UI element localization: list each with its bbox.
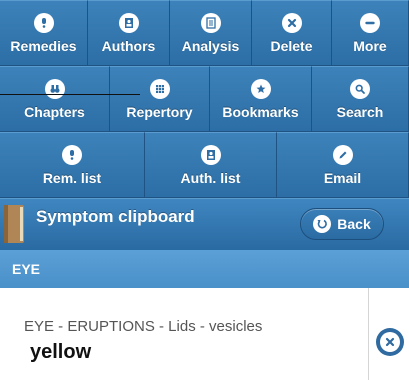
minus-icon <box>360 12 380 33</box>
toolbar-row-1: Remedies Authors Analysis Delete More <box>0 0 409 66</box>
bookmarks-button[interactable]: Bookmarks <box>210 66 312 132</box>
rem-list-label: Rem. list <box>42 169 102 186</box>
toolbar-row-3: Rem. list Auth. list Email <box>0 132 409 198</box>
clipboard-header: Symptom clipboard Back <box>0 198 409 250</box>
person-icon <box>200 144 221 165</box>
remedy-icon <box>62 144 82 165</box>
repertory-button[interactable]: Repertory <box>110 66 210 132</box>
email-label: Email <box>323 169 362 186</box>
symptom-path: EYE - ERUPTIONS - Lids - vesicles <box>24 318 263 335</box>
search-icon <box>350 78 370 99</box>
authors-button[interactable]: Authors <box>88 0 170 66</box>
book-icon <box>4 205 24 243</box>
more-label: More <box>353 37 387 54</box>
email-button[interactable]: Email <box>277 132 409 198</box>
list-item[interactable]: EYE - ERUPTIONS - Lids - vesicles yellow <box>0 288 409 380</box>
back-arrow-icon <box>313 215 332 233</box>
rem-list-button[interactable]: Rem. list <box>0 132 145 198</box>
list-item-content[interactable]: EYE - ERUPTIONS - Lids - vesicles yellow <box>0 288 369 380</box>
chapters-button[interactable]: Chapters <box>0 66 110 132</box>
back-button[interactable]: Back <box>300 208 384 240</box>
person-icon <box>118 12 139 33</box>
star-icon <box>250 78 271 99</box>
auth-list-button[interactable]: Auth. list <box>145 132 277 198</box>
grid-list-icon <box>200 12 221 33</box>
remedies-button[interactable]: Remedies <box>0 0 88 66</box>
delete-label: Delete <box>270 37 313 54</box>
close-icon <box>380 332 400 352</box>
bookmarks-label: Bookmarks <box>222 103 299 120</box>
repertory-label: Repertory <box>126 103 193 120</box>
search-button[interactable]: Search <box>312 66 409 132</box>
authors-label: Authors <box>101 37 156 54</box>
auth-list-label: Auth. list <box>180 169 241 186</box>
section-header: EYE <box>0 250 409 288</box>
chapters-label: Chapters <box>24 103 85 120</box>
analysis-label: Analysis <box>181 37 240 54</box>
binoculars-icon <box>44 78 65 99</box>
symptom-detail: yellow <box>30 341 92 363</box>
remedies-label: Remedies <box>10 37 77 54</box>
delete-button[interactable]: Delete <box>252 0 332 66</box>
page-title: Symptom clipboard <box>36 207 195 226</box>
toolbar-row-2: Chapters Repertory Bookmarks Search <box>0 66 409 132</box>
remove-item-button[interactable] <box>376 328 404 356</box>
more-button[interactable]: More <box>332 0 409 66</box>
remedy-icon <box>33 12 54 33</box>
leader-line <box>0 94 140 95</box>
back-label: Back <box>337 216 371 232</box>
pencil-icon <box>332 144 353 165</box>
grid-icon <box>149 78 170 99</box>
search-label: Search <box>336 103 384 120</box>
close-icon <box>281 12 302 33</box>
analysis-button[interactable]: Analysis <box>170 0 252 66</box>
